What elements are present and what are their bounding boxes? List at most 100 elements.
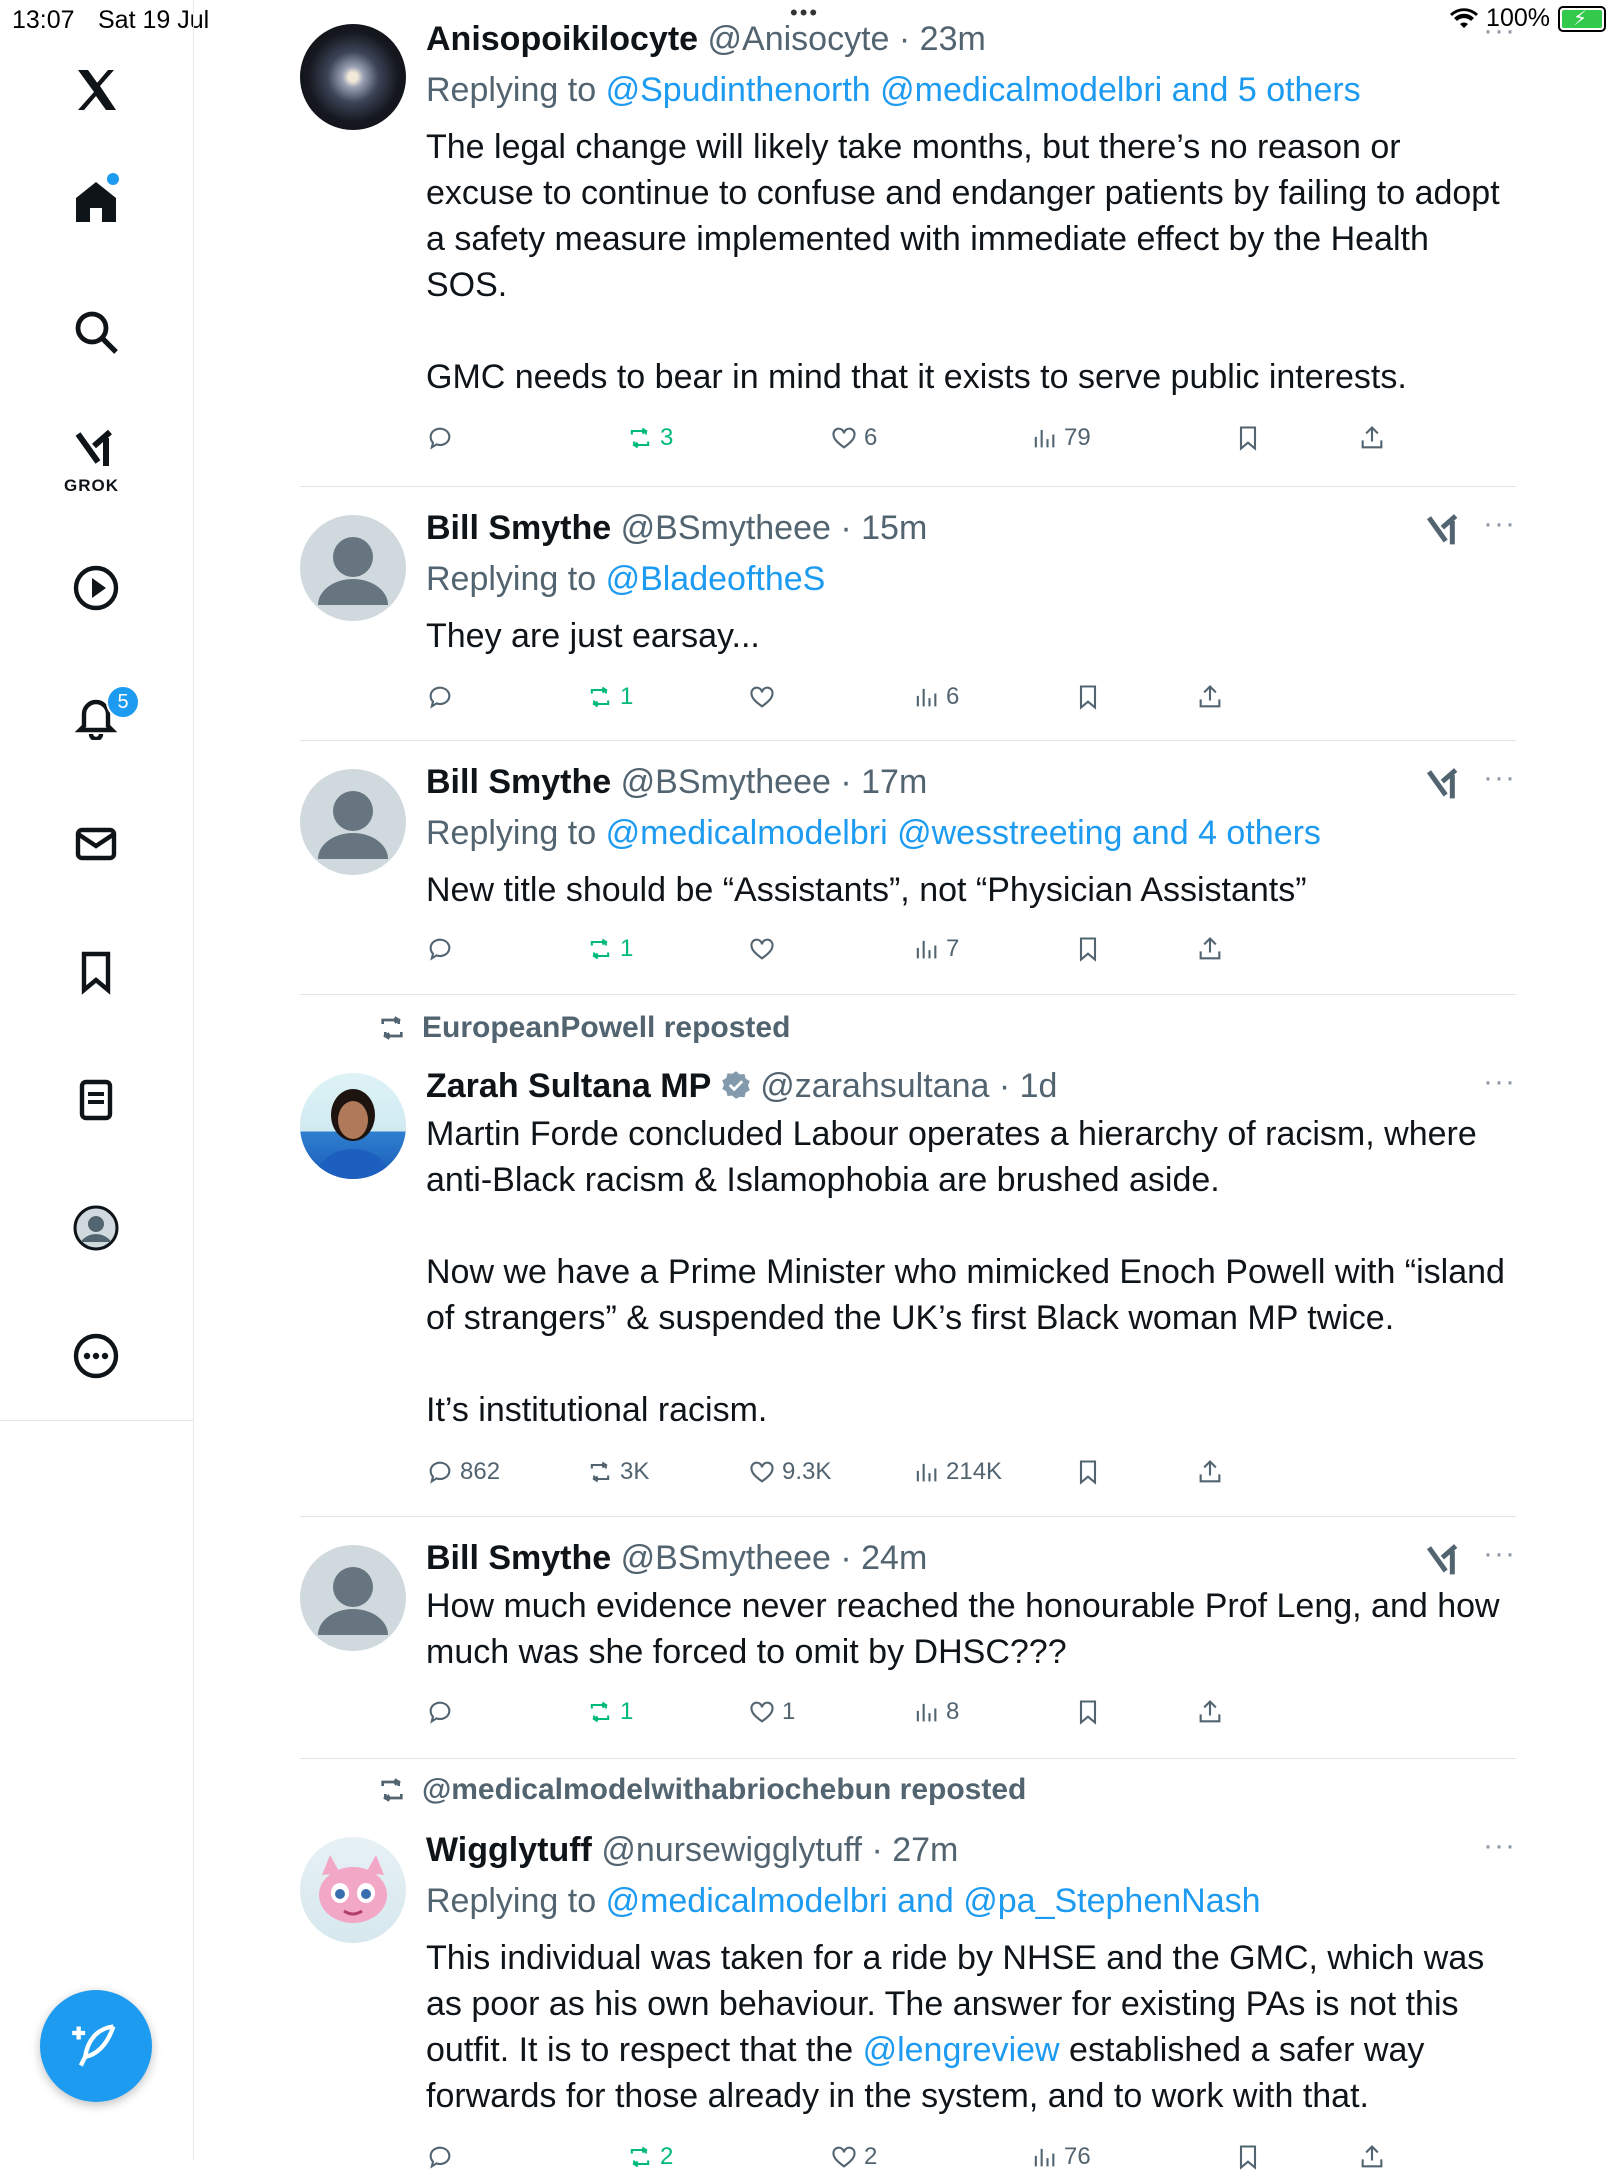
author-name[interactable]: Bill Smythe xyxy=(426,763,611,801)
repost-button[interactable]: 3K xyxy=(586,1452,649,1492)
like-button[interactable] xyxy=(748,677,782,717)
bookmark-button[interactable] xyxy=(1074,929,1102,969)
heart-icon xyxy=(832,2146,856,2168)
repost-button[interactable]: 2 xyxy=(626,2137,673,2177)
notifications-count-badge: 5 xyxy=(106,685,140,719)
repost-button[interactable]: 1 xyxy=(586,929,633,969)
more-menu-icon[interactable]: ··· xyxy=(1483,14,1516,48)
repost-button[interactable]: 3 xyxy=(626,418,673,458)
share-button[interactable] xyxy=(1196,1692,1224,1732)
author-handle[interactable]: @BSmytheee xyxy=(621,1539,831,1577)
tweet-divider xyxy=(300,994,1516,995)
author-handle[interactable]: @BSmytheee xyxy=(621,763,831,801)
bookmark-button[interactable] xyxy=(1074,1692,1102,1732)
home-icon[interactable] xyxy=(56,162,136,242)
bookmarks-icon[interactable] xyxy=(56,932,136,1012)
author-name[interactable]: Wigglytuff xyxy=(426,1831,592,1869)
avatar-photo[interactable] xyxy=(300,1073,406,1179)
reply-mentions[interactable]: @Spudinthenorth @medicalmodelbri and 5 o… xyxy=(606,71,1361,109)
like-button[interactable]: 6 xyxy=(830,418,877,458)
like-button[interactable]: 1 xyxy=(748,1692,795,1732)
more-options-icon[interactable] xyxy=(56,1316,136,1396)
reply-button[interactable] xyxy=(426,2137,454,2177)
views-chart-icon xyxy=(1034,2148,1055,2167)
author-handle[interactable]: @BSmytheee xyxy=(621,509,831,547)
timestamp[interactable]: 17m xyxy=(861,763,927,801)
bookmark-button[interactable] xyxy=(1074,1452,1102,1492)
search-icon[interactable] xyxy=(56,292,136,372)
author-name[interactable]: Anisopoikilocyte xyxy=(426,20,698,58)
avatar-default[interactable] xyxy=(300,1545,406,1651)
more-menu-icon[interactable]: ··· xyxy=(1483,1537,1516,1571)
views-button[interactable]: 214K xyxy=(912,1452,1002,1492)
more-menu-icon[interactable]: ··· xyxy=(1483,507,1516,541)
author-name[interactable]: Bill Smythe xyxy=(426,509,611,547)
reply-mentions[interactable]: @medicalmodelbri and @pa_StephenNash xyxy=(606,1882,1261,1920)
profile-avatar-icon[interactable] xyxy=(56,1188,136,1268)
author-handle[interactable]: @zarahsultana xyxy=(760,1067,989,1105)
avatar-default[interactable] xyxy=(300,769,406,875)
repost-icon xyxy=(590,1461,610,1483)
reply-icon xyxy=(429,938,451,961)
reply-button[interactable] xyxy=(426,418,460,458)
more-menu-icon[interactable]: ··· xyxy=(1483,1065,1516,1099)
reply-icon xyxy=(429,686,451,709)
like-button[interactable] xyxy=(748,929,782,969)
grok-explain-icon[interactable] xyxy=(1424,765,1464,805)
verified-badge-icon xyxy=(721,1071,750,1099)
repost-button[interactable]: 1 xyxy=(586,677,633,717)
more-menu-icon[interactable]: ··· xyxy=(1483,1829,1516,1863)
bookmark-icon xyxy=(1079,1700,1097,1725)
grok-explain-icon[interactable] xyxy=(1424,1541,1464,1581)
share-button[interactable] xyxy=(1358,418,1386,458)
avatar-wigglytuff[interactable] xyxy=(300,1837,406,1943)
reply-button[interactable] xyxy=(426,929,460,969)
views-button[interactable]: 6 xyxy=(912,677,959,717)
reply-mentions[interactable]: @medicalmodelbri @wesstreeting and 4 oth… xyxy=(606,814,1321,852)
timestamp[interactable]: 1d xyxy=(1020,1067,1058,1105)
avatar-default[interactable] xyxy=(300,515,406,621)
reply-mentions[interactable]: @BladeoftheS xyxy=(606,560,826,598)
timestamp[interactable]: 24m xyxy=(861,1539,927,1577)
more-menu-icon[interactable]: ··· xyxy=(1483,761,1516,795)
author-handle[interactable]: @nursewigglytuff xyxy=(601,1831,862,1869)
share-button[interactable] xyxy=(1358,2137,1386,2177)
bookmark-button[interactable] xyxy=(1234,418,1262,458)
views-button[interactable]: 76 xyxy=(1030,2137,1091,2177)
views-button[interactable]: 8 xyxy=(912,1692,959,1732)
reposted-by-label[interactable]: @medicalmodelwithabriochebun reposted xyxy=(422,1773,1026,1807)
reply-button[interactable] xyxy=(426,1692,460,1732)
reposted-by-label[interactable]: EuropeanPowell reposted xyxy=(422,1011,790,1045)
like-button[interactable]: 2 xyxy=(830,2137,877,2177)
share-button[interactable] xyxy=(1196,1452,1224,1492)
share-icon xyxy=(1199,1700,1221,1723)
repost-button[interactable]: 1 xyxy=(586,1692,633,1732)
share-button[interactable] xyxy=(1196,929,1224,969)
share-icon xyxy=(1361,2145,1383,2168)
reply-button[interactable]: 862 xyxy=(426,1452,500,1492)
mention-link[interactable]: @lengreview xyxy=(863,2031,1060,2069)
messages-envelope-icon[interactable] xyxy=(56,804,136,884)
author-name[interactable]: Bill Smythe xyxy=(426,1539,611,1577)
compose-post-button[interactable] xyxy=(40,1990,152,2102)
bookmark-button[interactable] xyxy=(1074,677,1102,717)
lists-icon[interactable] xyxy=(56,1060,136,1140)
grok-explain-icon[interactable] xyxy=(1424,511,1464,551)
author-handle[interactable]: @Anisocyte xyxy=(708,20,890,58)
bookmark-button[interactable] xyxy=(1234,2137,1262,2177)
x-logo-icon[interactable] xyxy=(56,50,136,130)
timestamp[interactable]: 23m xyxy=(920,20,986,58)
replying-to-label: Replying to xyxy=(426,560,597,598)
like-button[interactable]: 9.3K xyxy=(748,1452,831,1492)
author-name[interactable]: Zarah Sultana MP xyxy=(426,1067,711,1105)
views-button[interactable]: 7 xyxy=(912,929,959,969)
timestamp[interactable]: 15m xyxy=(861,509,927,547)
avatar-galaxy[interactable] xyxy=(300,24,406,130)
timestamp[interactable]: 27m xyxy=(892,1831,958,1869)
reply-button[interactable] xyxy=(426,677,460,717)
share-button[interactable] xyxy=(1196,677,1224,717)
video-play-icon[interactable] xyxy=(56,548,136,628)
tweet-text: The legal change will likely take months… xyxy=(426,124,1516,400)
views-button[interactable]: 79 xyxy=(1030,418,1091,458)
reposted-by: @medicalmodelwithabriochebun reposted xyxy=(376,1773,1026,1807)
